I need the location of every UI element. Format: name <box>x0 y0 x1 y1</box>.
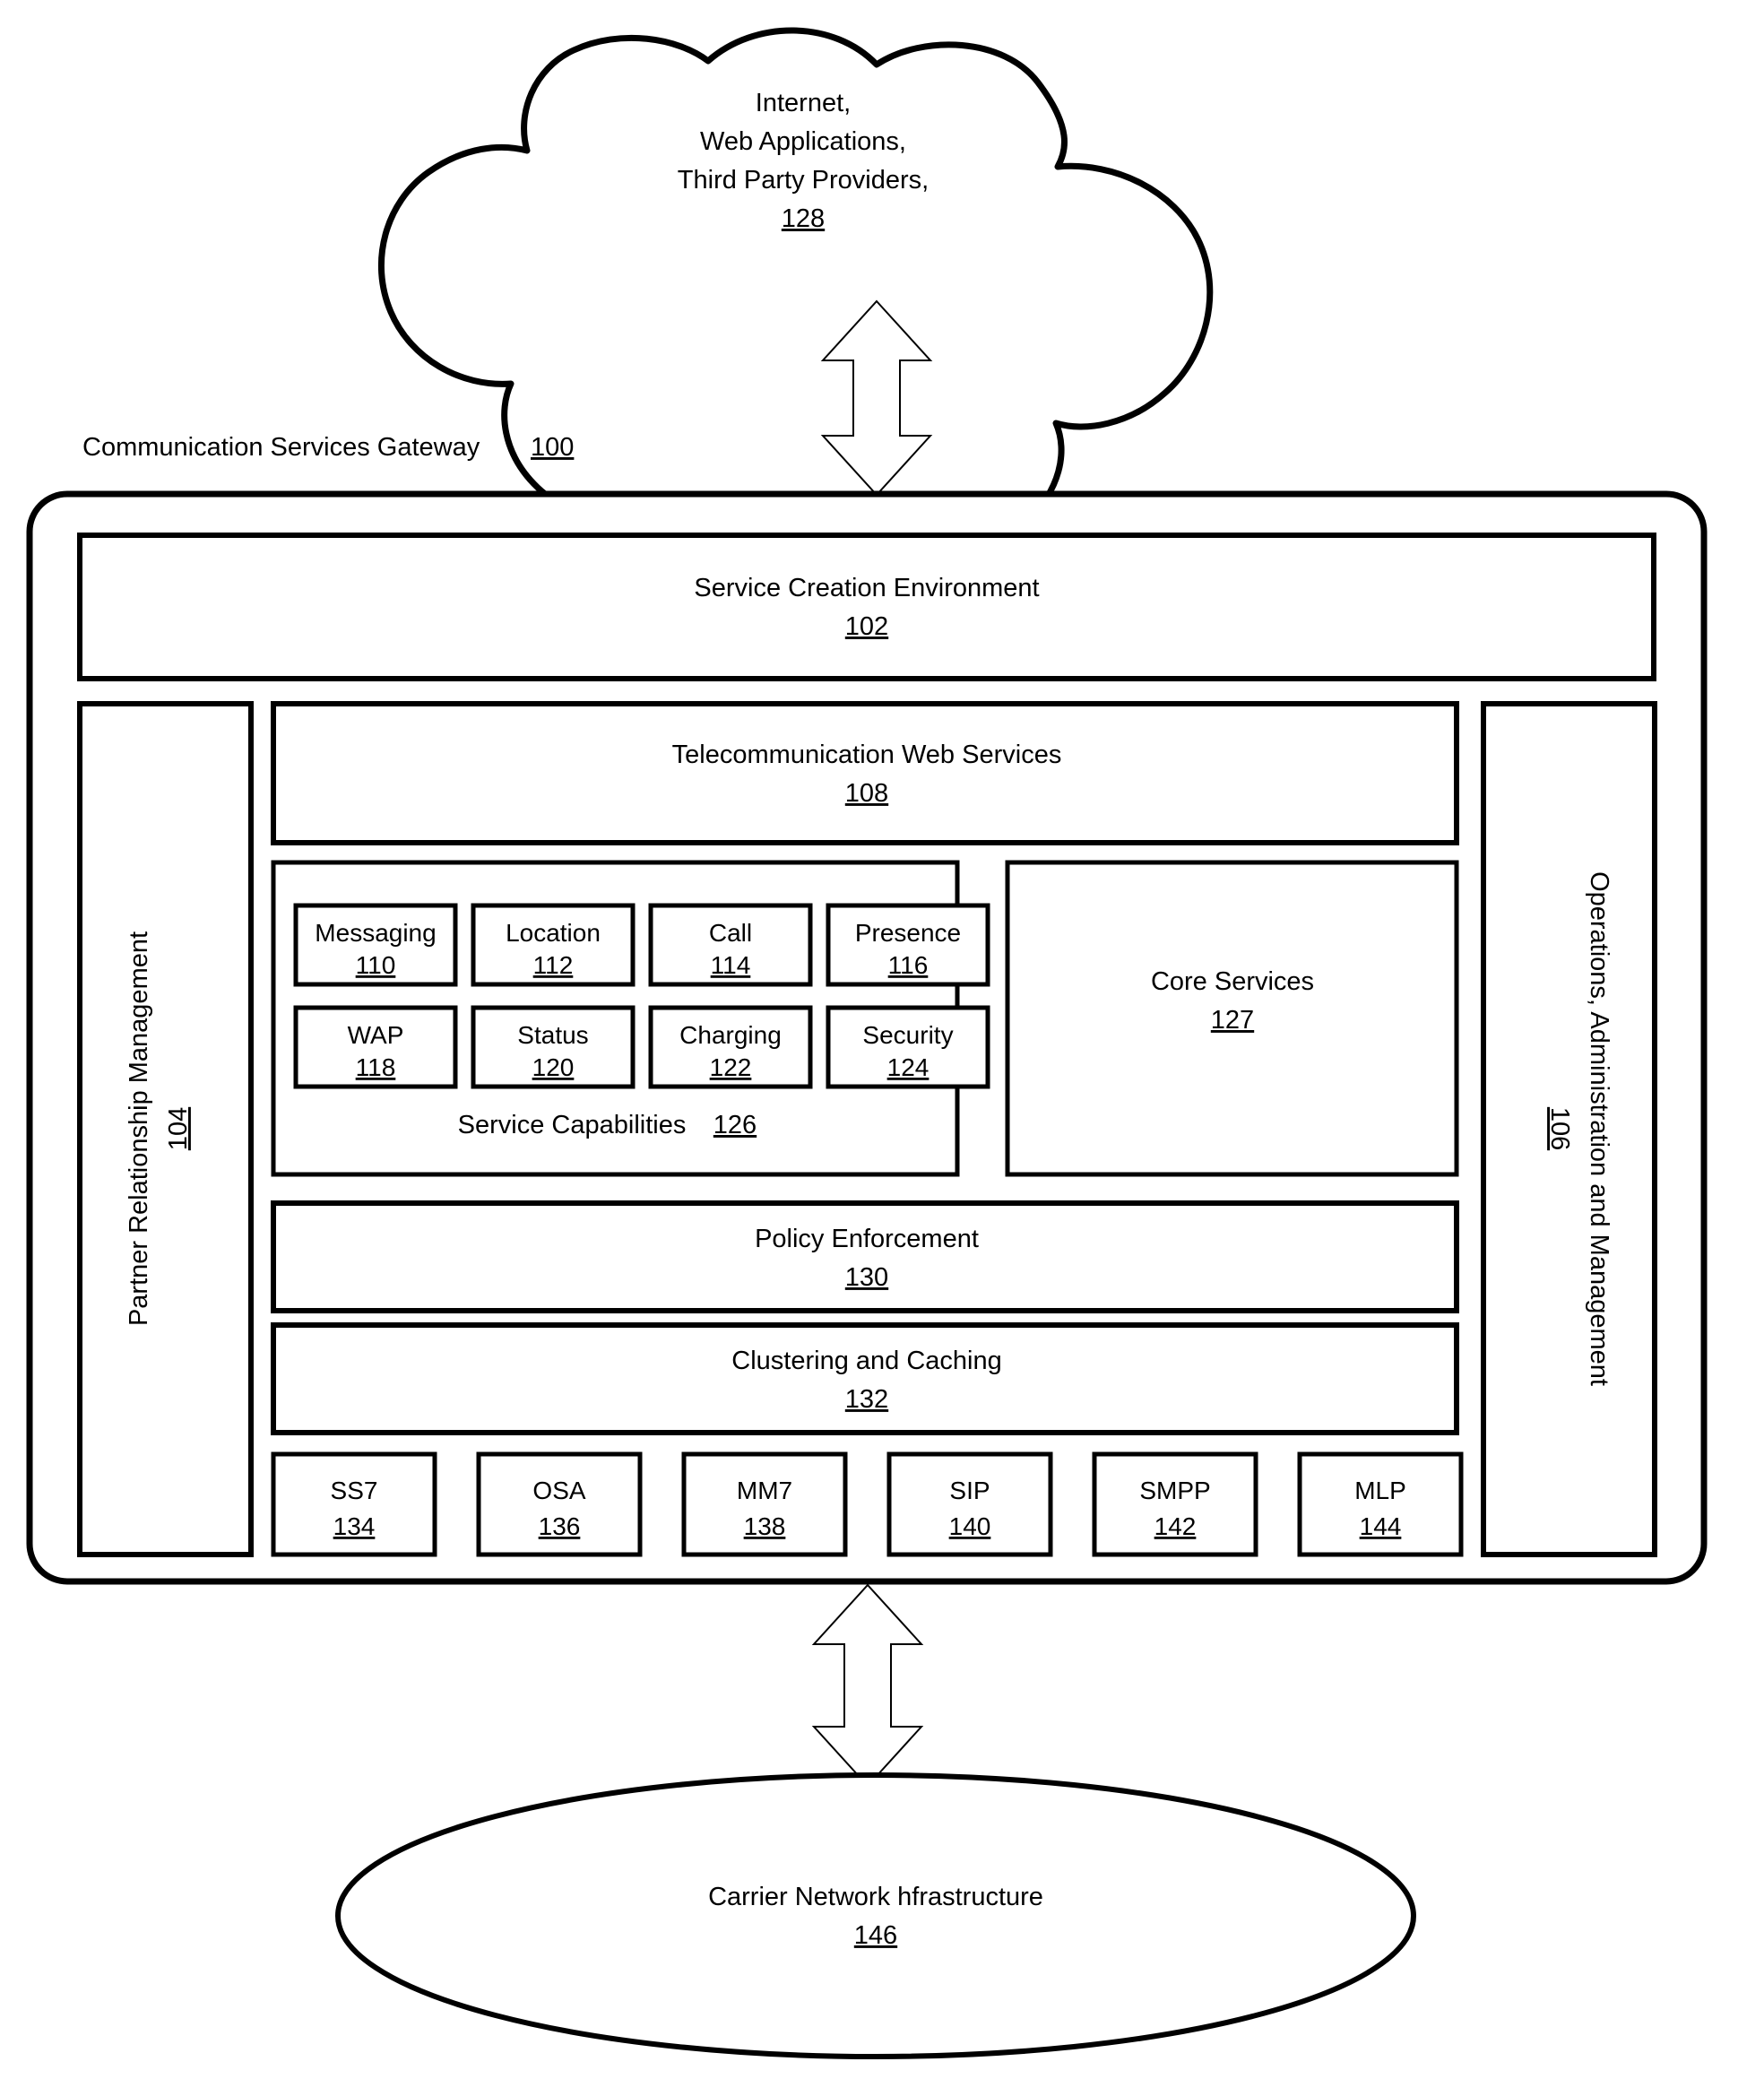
capability-ref: 124 <box>887 1053 930 1081</box>
cloud-line-3: Third Party Providers, <box>678 166 929 195</box>
operations-administration-management-ref: 106 <box>1545 1107 1574 1150</box>
telecommunication-web-services-box: Telecommunication Web Services 108 <box>271 701 1459 845</box>
protocol-ref: 136 <box>539 1512 581 1540</box>
capability-ref: 118 <box>356 1053 396 1081</box>
gateway-title-label: Communication Services Gateway <box>82 433 480 462</box>
clustering-and-caching-label: Clustering and Caching <box>731 1347 1001 1375</box>
protocol-ref: 144 <box>1360 1512 1402 1540</box>
capability-label: Status <box>517 1021 588 1049</box>
capability-box-messaging: Messaging 110 <box>293 903 458 987</box>
protocol-box-osa: OSA 136 <box>476 1451 643 1557</box>
capability-box-call: Call 114 <box>648 903 813 987</box>
double-headed-arrow-icon <box>811 1583 924 1788</box>
patent-figure: Internet, Web Applications, Third Party … <box>0 0 1764 2079</box>
protocol-box-mm7: MM7 138 <box>681 1451 848 1557</box>
service-creation-environment-label: Service Creation Environment <box>694 574 1039 602</box>
carrier-network-label: Carrier Network hfrastructure <box>708 1883 1043 1911</box>
capability-box-security: Security 124 <box>826 1005 990 1089</box>
carrier-network-node: Carrier Network hfrastructure 146 <box>335 1772 1416 2059</box>
cloud-ref: 128 <box>782 204 825 233</box>
protocol-label: MLP <box>1354 1477 1406 1504</box>
core-services-ref: 127 <box>1211 1006 1254 1035</box>
cloud-line-2: Web Applications, <box>700 127 906 156</box>
capability-label: Messaging <box>315 919 436 947</box>
policy-enforcement-box: Policy Enforcement 130 <box>271 1200 1459 1313</box>
capability-ref: 112 <box>533 951 574 979</box>
capability-box-charging: Charging 122 <box>648 1005 813 1089</box>
partner-relationship-management-panel: Partner Relationship Management 104 <box>77 701 254 1557</box>
carrier-network-ref: 146 <box>854 1921 897 1950</box>
capability-ref: 116 <box>888 951 929 979</box>
capability-label: Presence <box>855 919 961 947</box>
capability-box-presence: Presence 116 <box>826 903 990 987</box>
protocol-label: SS7 <box>331 1477 378 1504</box>
capability-label: Location <box>506 919 601 947</box>
capability-box-location: Location 112 <box>471 903 636 987</box>
service-creation-environment-ref: 102 <box>845 612 888 641</box>
service-capabilities-group: Messaging 110 Location 112 Call 114 Pres… <box>271 860 990 1177</box>
policy-enforcement-ref: 130 <box>845 1263 888 1292</box>
capability-ref: 114 <box>711 951 751 979</box>
operations-administration-management-panel: Operations, Administration and Managemen… <box>1481 701 1657 1557</box>
protocol-ref: 142 <box>1154 1512 1197 1540</box>
service-capabilities-caption-label: Service Capabilities <box>458 1111 687 1139</box>
policy-enforcement-label: Policy Enforcement <box>755 1225 979 1253</box>
communication-services-gateway-diagram: Internet, Web Applications, Third Party … <box>26 27 1708 2059</box>
gateway-to-carrier-connector <box>811 1583 924 1788</box>
carrier-network-ellipse <box>335 1772 1416 2059</box>
protocol-ref: 134 <box>333 1512 376 1540</box>
capability-box-status: Status 120 <box>471 1005 636 1089</box>
capability-box-wap: WAP 118 <box>293 1005 458 1089</box>
clustering-and-caching-ref: 132 <box>845 1385 888 1414</box>
service-creation-environment-box: Service Creation Environment 102 <box>77 533 1656 681</box>
capability-label: Charging <box>679 1021 782 1049</box>
partner-relationship-management-ref: 104 <box>164 1107 193 1150</box>
capability-ref: 122 <box>710 1053 752 1081</box>
clustering-and-caching-box: Clustering and Caching 132 <box>271 1322 1459 1435</box>
core-services-label: Core Services <box>1151 967 1314 996</box>
core-services-box: Core Services 127 <box>1005 860 1459 1177</box>
telecommunication-web-services-label: Telecommunication Web Services <box>672 741 1062 769</box>
capability-ref: 110 <box>356 951 396 979</box>
cloud-line-1: Internet, <box>756 89 851 117</box>
partner-relationship-management-label: Partner Relationship Management <box>125 931 153 1326</box>
protocol-ref: 140 <box>949 1512 991 1540</box>
capability-ref: 120 <box>532 1053 575 1081</box>
protocol-label: OSA <box>532 1477 585 1504</box>
protocol-box-ss7: SS7 134 <box>271 1451 437 1557</box>
service-capabilities-caption-ref: 126 <box>713 1111 757 1139</box>
protocol-label: SIP <box>949 1477 990 1504</box>
protocol-label: SMPP <box>1139 1477 1210 1504</box>
protocol-box-sip: SIP 140 <box>886 1451 1053 1557</box>
gateway-title-ref: 100 <box>531 433 574 462</box>
telecommunication-web-services-ref: 108 <box>845 779 888 808</box>
protocol-label: MM7 <box>737 1477 792 1504</box>
capability-label: Security <box>862 1021 953 1049</box>
operations-administration-management-label: Operations, Administration and Managemen… <box>1585 871 1613 1386</box>
protocol-box-smpp: SMPP 142 <box>1092 1451 1258 1557</box>
protocol-ref: 138 <box>744 1512 786 1540</box>
protocol-box-mlp: MLP 144 <box>1297 1451 1464 1557</box>
capability-label: Call <box>709 919 752 947</box>
capability-label: WAP <box>348 1021 404 1049</box>
